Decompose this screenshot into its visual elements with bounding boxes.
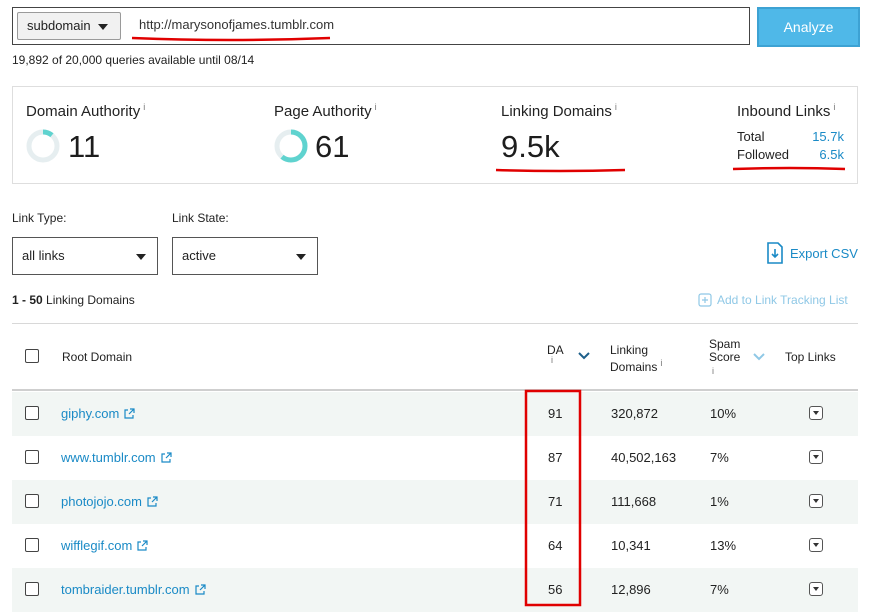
- table-row: wifflegif.com 64 10,341 13%: [12, 524, 858, 568]
- chevron-down-icon: [98, 24, 108, 30]
- spam-score-value: 7%: [710, 582, 729, 597]
- scope-dropdown[interactable]: subdomain: [17, 12, 121, 40]
- row-checkbox[interactable]: [25, 538, 39, 552]
- scope-value: subdomain: [27, 18, 91, 33]
- row-checkbox[interactable]: [25, 450, 39, 464]
- col-da[interactable]: DA: [547, 344, 564, 357]
- row-checkbox[interactable]: [25, 406, 39, 420]
- info-icon: i: [712, 366, 714, 376]
- linking-domains-value: 9.5k: [501, 129, 560, 164]
- link-state-label: Link State:: [172, 211, 229, 225]
- url-input[interactable]: http://marysonofjames.tumblr.com: [139, 17, 334, 32]
- root-domain-link[interactable]: photojojo.com: [61, 494, 158, 509]
- spam-score-value: 7%: [710, 450, 729, 465]
- download-file-icon: [767, 242, 783, 264]
- external-link-icon: [137, 540, 148, 551]
- export-csv-label: Export CSV: [790, 245, 858, 261]
- add-icon: [698, 293, 712, 307]
- spam-score-value: 1%: [710, 494, 729, 509]
- export-csv-button[interactable]: Export CSV: [766, 242, 858, 264]
- table-header: Root Domain DA i Linking Domains i Spam S…: [12, 323, 858, 391]
- row-checkbox[interactable]: [25, 494, 39, 508]
- link-state-dropdown[interactable]: active: [172, 237, 318, 275]
- inbound-links-title: Inbound Links i: [737, 102, 836, 120]
- link-state-value: active: [182, 248, 216, 263]
- sort-desc-icon[interactable]: [578, 352, 590, 360]
- inbound-total-value: 15.7k: [812, 129, 844, 144]
- root-domain-text: photojojo.com: [61, 494, 142, 509]
- info-icon[interactable]: i: [551, 354, 553, 367]
- results-range-text: 1 - 50 Linking Domains: [12, 293, 135, 307]
- col-spam-score[interactable]: Spam Score i: [709, 338, 740, 378]
- da-value: 91: [548, 406, 563, 421]
- analyze-button[interactable]: Analyze: [757, 7, 860, 47]
- inbound-followed-value: 6.5k: [819, 147, 844, 162]
- domain-authority-value: 11: [68, 129, 101, 164]
- info-icon: i: [660, 358, 663, 368]
- info-icon[interactable]: i: [833, 102, 835, 112]
- spam-score-value: 10%: [710, 406, 737, 421]
- link-type-value: all links: [22, 248, 65, 263]
- chevron-down-icon: [136, 254, 146, 260]
- domain-authority-ring: [26, 129, 60, 163]
- sort-icon[interactable]: [753, 353, 765, 361]
- spam-score-value: 13%: [710, 538, 737, 553]
- inbound-followed-label: Followed: [737, 147, 790, 162]
- root-domain-text: tombraider.tumblr.com: [61, 582, 190, 597]
- info-icon[interactable]: i: [375, 102, 377, 112]
- linking-domains-value: 40,502,163: [611, 450, 677, 465]
- root-domain-text: wifflegif.com: [61, 538, 133, 553]
- row-checkbox[interactable]: [25, 582, 39, 596]
- root-domain-link[interactable]: wifflegif.com: [61, 538, 148, 553]
- info-icon[interactable]: i: [143, 102, 145, 112]
- external-link-icon: [147, 496, 158, 507]
- da-value: 71: [548, 494, 563, 509]
- link-type-label: Link Type:: [12, 211, 67, 225]
- top-links-expand-button[interactable]: [809, 582, 823, 596]
- top-links-expand-button[interactable]: [809, 406, 823, 420]
- page-authority-title: Page Authority i: [274, 102, 377, 120]
- top-links-expand-button[interactable]: [809, 538, 823, 552]
- linking-domains-value: 10,341: [611, 538, 651, 553]
- root-domain-link[interactable]: tombraider.tumblr.com: [61, 582, 206, 597]
- inbound-total-label: Total: [737, 129, 765, 144]
- table-row: giphy.com 91 320,872 10%: [12, 392, 858, 436]
- add-to-tracking-button[interactable]: Add to Link Tracking List: [698, 293, 848, 307]
- col-top-links: Top Links: [785, 350, 836, 364]
- table-row: photojojo.com 71 111,668 1%: [12, 480, 858, 524]
- da-value: 56: [548, 582, 563, 597]
- select-all-checkbox[interactable]: [25, 349, 39, 363]
- link-type-dropdown[interactable]: all links: [12, 237, 158, 275]
- table-row: www.tumblr.com 87 40,502,163 7%: [12, 436, 858, 480]
- metrics-panel: Domain Authority i 11 Page Authority i 61 …: [12, 86, 858, 184]
- col-root-domain[interactable]: Root Domain: [62, 351, 132, 364]
- col-linking-domains[interactable]: Linking Domains i: [610, 344, 662, 374]
- da-value: 87: [548, 450, 563, 465]
- linking-domains-value: 111,668: [611, 494, 657, 509]
- page-authority-ring: [274, 129, 308, 163]
- linking-domains-value: 12,896: [611, 582, 651, 597]
- root-domain-text: giphy.com: [61, 406, 120, 421]
- root-domain-link[interactable]: giphy.com: [61, 406, 135, 421]
- root-domain-text: www.tumblr.com: [61, 450, 156, 465]
- top-links-expand-button[interactable]: [809, 494, 823, 508]
- da-value: 64: [548, 538, 563, 553]
- table-row: tombraider.tumblr.com 56 12,896 7%: [12, 568, 858, 612]
- external-link-icon: [124, 408, 135, 419]
- chevron-down-icon: [296, 254, 306, 260]
- external-link-icon: [195, 584, 206, 595]
- add-to-tracking-label: Add to Link Tracking List: [717, 293, 848, 307]
- domain-authority-title: Domain Authority i: [26, 102, 146, 120]
- top-links-expand-button[interactable]: [809, 450, 823, 464]
- info-icon[interactable]: i: [615, 102, 617, 112]
- root-domain-link[interactable]: www.tumblr.com: [61, 450, 172, 465]
- page-authority-value: 61: [315, 129, 350, 164]
- linking-domains-title: Linking Domains i: [501, 102, 617, 120]
- query-quota-text: 19,892 of 20,000 queries available until…: [12, 53, 255, 67]
- url-search-bar: subdomain http://marysonofjames.tumblr.c…: [12, 7, 750, 45]
- external-link-icon: [161, 452, 172, 463]
- linking-domains-value: 320,872: [611, 406, 658, 421]
